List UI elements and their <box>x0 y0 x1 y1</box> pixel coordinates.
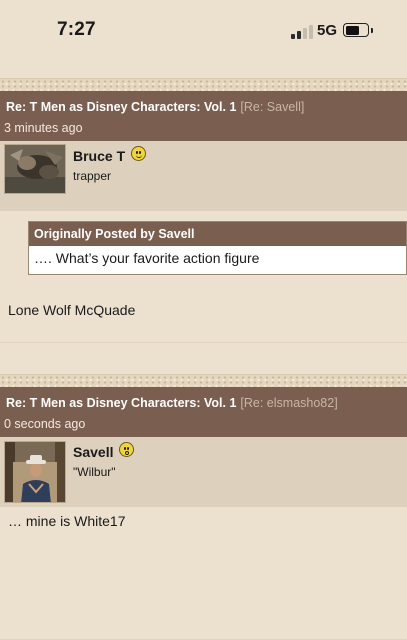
reply-to-link[interactable]: [Re: Savell] <box>240 100 304 114</box>
shocked-icon <box>119 442 134 457</box>
post-divider <box>0 374 407 388</box>
post-title[interactable]: Re: T Men as Disney Characters: Vol. 1 <box>6 100 236 114</box>
post-header: Re: T Men as Disney Characters: Vol. 1 [R… <box>0 91 407 141</box>
quote-block: Originally Posted by Savell …. What’s yo… <box>28 221 407 275</box>
post-title[interactable]: Re: T Men as Disney Characters: Vol. 1 <box>6 396 236 410</box>
post-text: Lone Wolf McQuade <box>8 302 136 318</box>
post-timestamp: 0 seconds ago <box>4 417 86 431</box>
author-name[interactable]: Savell <box>73 444 113 460</box>
author-title: trapper <box>73 169 112 183</box>
status-time: 7:27 <box>57 19 96 40</box>
post-timestamp: 3 minutes ago <box>4 121 83 135</box>
post-header: Re: T Men as Disney Characters: Vol. 1 [R… <box>0 387 407 437</box>
battery-icon <box>343 23 373 37</box>
avatar[interactable] <box>4 441 66 503</box>
status-bar: 7:27 5G <box>0 0 407 62</box>
quote-header: Originally Posted by Savell <box>29 222 406 246</box>
smile-icon <box>131 146 146 161</box>
post-text: … mine is White17 <box>8 513 126 529</box>
quote-text: …. What’s your favorite action figure <box>34 250 260 266</box>
author-info: Bruce T trapper <box>0 141 407 211</box>
author-info: Savell "Wilbur" <box>0 437 407 507</box>
signal-bars-icon <box>291 25 313 39</box>
reply-to-link[interactable]: [Re: elsmasho82] <box>240 396 337 410</box>
avatar[interactable] <box>4 144 66 194</box>
network-label: 5G <box>317 22 338 39</box>
author-name[interactable]: Bruce T <box>73 148 125 164</box>
post-divider <box>0 78 407 92</box>
author-title: "Wilbur" <box>73 465 116 479</box>
